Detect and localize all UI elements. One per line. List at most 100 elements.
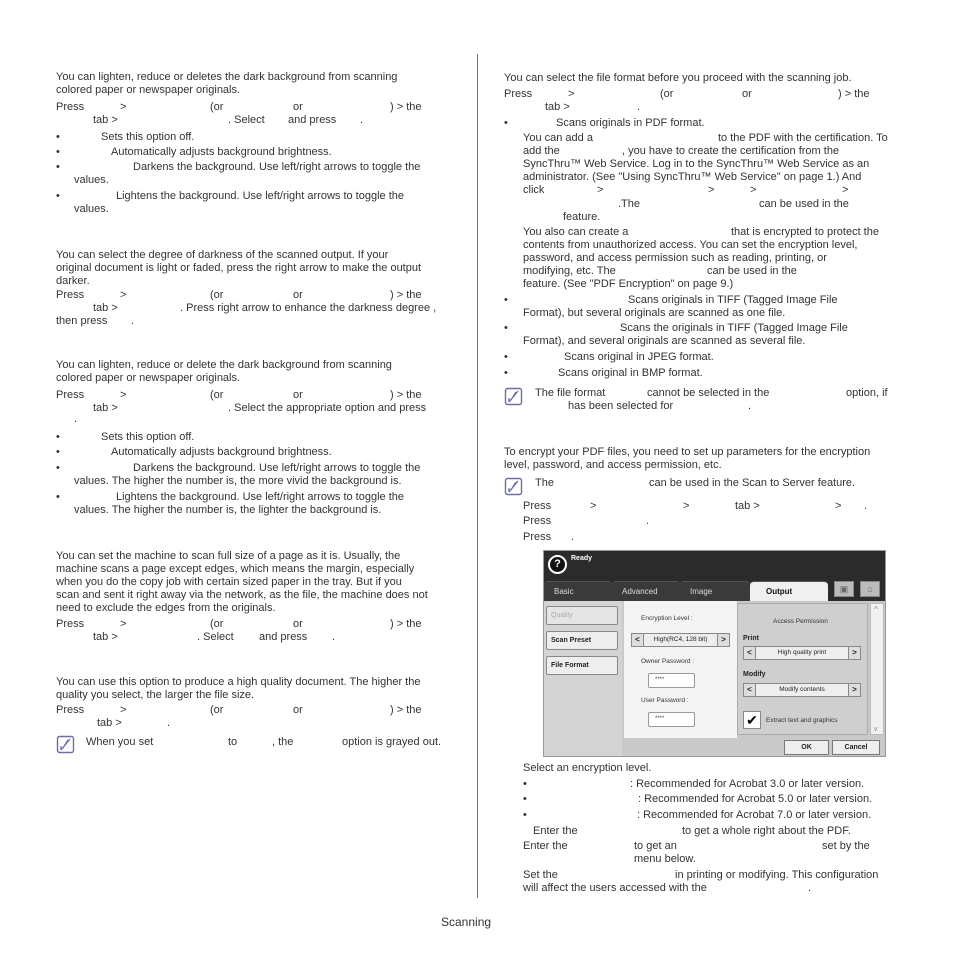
gt-text: >: [120, 101, 127, 113]
file-format-button[interactable]: File Format: [546, 656, 618, 675]
tab-output[interactable]: Output: [750, 581, 828, 601]
encryption-level-select[interactable]: < High(RC4, 128 bit) >: [631, 633, 730, 647]
the-text: ) > the: [838, 88, 870, 100]
dot-text: .: [167, 717, 171, 729]
jpeg-desc: Scans original in JPEG format.: [564, 351, 714, 363]
note-icon: [504, 477, 523, 496]
scrollbar[interactable]: ^ v: [870, 603, 884, 735]
print-label: Print: [743, 635, 759, 642]
tab-text: tab >: [93, 631, 118, 643]
bkg2-erase-2: values. The higher the number is, the li…: [74, 504, 382, 516]
sig-text: can be used in the: [759, 198, 849, 210]
note-text: cannot be selected in the: [647, 387, 770, 399]
modify-select[interactable]: < Modify contents >: [743, 683, 861, 697]
gt-text: >: [590, 500, 597, 512]
bkg-erase-2: values.: [74, 203, 109, 215]
prev-arrow-icon[interactable]: <: [743, 646, 756, 660]
tiff-single-desc: Scans the originals in TIFF (Tagged Imag…: [620, 322, 848, 334]
bkg2-enhance-2: values. The higher the number is, the mo…: [74, 475, 402, 487]
extract-checkbox[interactable]: ✔: [743, 711, 761, 729]
prev-arrow-icon[interactable]: <: [743, 683, 756, 697]
help-icon[interactable]: ?: [548, 555, 567, 574]
bkg-erase: Lightens the background. Use left/right …: [116, 190, 405, 202]
bkg-enhance: Darkens the background. Use left/right a…: [133, 161, 421, 173]
press-text: Press: [523, 515, 552, 527]
next-arrow-icon[interactable]: >: [848, 683, 861, 697]
home-icon[interactable]: ⌂: [860, 581, 880, 597]
prev-arrow-icon[interactable]: <: [631, 633, 644, 647]
sig-text: .The: [618, 198, 641, 210]
access-permission-panel: Access Permission Print < High quality p…: [737, 603, 868, 735]
enc-text: password, and access permission such as …: [523, 252, 827, 264]
note-text: has been selected for: [568, 400, 674, 412]
note-text: to: [228, 736, 238, 748]
user-password-label: User Password :: [641, 697, 689, 704]
print-value: High quality print: [777, 649, 827, 656]
dot-text: .: [646, 515, 650, 527]
or-text: or: [293, 618, 303, 630]
bullet: •: [56, 131, 60, 143]
sig-text: You can add a: [523, 132, 593, 144]
ok-button[interactable]: OK: [784, 740, 829, 755]
dot-text: .: [571, 531, 575, 543]
next-arrow-icon[interactable]: >: [848, 646, 861, 660]
edge-text-1: You can set the machine to scan full siz…: [56, 550, 401, 562]
the-text: ) > the: [390, 289, 422, 301]
press-text: Press: [56, 618, 85, 630]
or-text: or: [293, 389, 303, 401]
scroll-up-icon[interactable]: ^: [874, 605, 878, 614]
owner-password-field[interactable]: ****: [648, 673, 695, 688]
bullet: •: [523, 793, 527, 805]
tab-advanced[interactable]: Advanced: [612, 581, 680, 601]
quality-text-1: You can use this option to produce a hig…: [56, 676, 421, 688]
or-text: (or: [210, 289, 224, 301]
bkg2-intro-1: You can lighten, reduce or delete the da…: [56, 359, 392, 371]
user-password-field[interactable]: ****: [648, 712, 695, 727]
gt-text: >: [750, 184, 757, 196]
next-arrow-icon[interactable]: >: [717, 633, 730, 647]
press-text: Press: [56, 704, 85, 716]
press-text: Press: [523, 531, 552, 543]
sig-text: to the PDF with the certification. To: [718, 132, 888, 144]
gt-text: >: [120, 289, 127, 301]
pdfenc-intro-1: To encrypt your PDF files, you need to s…: [504, 446, 871, 458]
quality-button[interactable]: Quality: [546, 606, 618, 625]
scan-preset-button[interactable]: Scan Preset: [546, 631, 618, 650]
sig-text: add the: [523, 145, 560, 157]
column-divider: [477, 54, 478, 898]
tab-basic[interactable]: Basic: [544, 581, 612, 601]
print-select[interactable]: < High quality print >: [743, 646, 861, 660]
tab-image[interactable]: Image: [680, 581, 750, 601]
tab-text: tab >: [735, 500, 760, 512]
note-icon: [504, 387, 523, 406]
gt-text: >: [842, 184, 849, 196]
enc-level-mid: : Recommended for Acrobat 5.0 or later v…: [638, 793, 873, 805]
press-text: Press: [56, 289, 85, 301]
modify-label: Modify: [743, 671, 766, 678]
bullet: •: [56, 190, 60, 202]
note-text: option is grayed out.: [342, 736, 442, 748]
dot-text: .: [637, 101, 641, 113]
gt-text: >: [683, 500, 690, 512]
cancel-button[interactable]: Cancel: [832, 740, 880, 755]
bkg2-auto: Automatically adjusts background brightn…: [111, 446, 332, 458]
sig-text: SyncThru™ Web Service. Log in to the Syn…: [523, 158, 870, 170]
step-access: will affect the users accessed with the: [523, 882, 707, 894]
tab-text: tab >: [93, 302, 118, 314]
enc-level-high: : Recommended for Acrobat 7.0 or later v…: [637, 809, 872, 821]
job-status-icon[interactable]: ▣: [834, 581, 854, 597]
bullet: •: [56, 161, 60, 173]
step-user-pw: set by the: [822, 840, 870, 852]
bullet: •: [56, 462, 60, 474]
step-access: in printing or modifying. This configura…: [675, 869, 879, 881]
status-bar: ? Ready: [544, 551, 885, 577]
scroll-down-icon[interactable]: v: [874, 726, 878, 733]
gt-text: >: [120, 704, 127, 716]
bkg2-instruction: . Select the appropriate option and pres…: [228, 402, 427, 414]
and-press-text: and press: [288, 114, 337, 126]
left-menu: Quality Scan Preset File Format: [544, 601, 622, 756]
tab-text: tab >: [93, 114, 118, 126]
edge-text-4: scan and sent it right away via the netw…: [56, 589, 428, 601]
press-text: Press: [56, 101, 85, 113]
or-text: or: [293, 101, 303, 113]
